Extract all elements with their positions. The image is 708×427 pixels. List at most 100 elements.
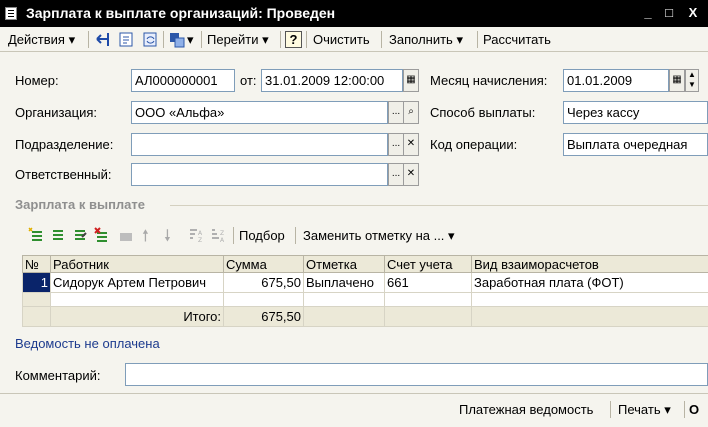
month-label: Месяц начисления: (430, 73, 548, 88)
edit-row-icon[interactable] (72, 227, 88, 243)
end-edit-icon (120, 233, 132, 241)
chevron-down-icon: ▾ (448, 228, 455, 243)
total-label: Итого: (50, 306, 224, 327)
refresh-icon[interactable] (142, 31, 159, 48)
delete-row-icon[interactable] (94, 227, 110, 243)
ok-button[interactable]: О (689, 400, 699, 419)
print-menu[interactable]: Печать ▾ (618, 400, 671, 419)
clear-icon[interactable]: ✕ (403, 163, 419, 186)
clear-button[interactable]: Очистить (313, 30, 370, 49)
toolbar-divider (163, 31, 164, 48)
minimize-button[interactable]: _ (640, 6, 656, 20)
department-label: Подразделение: (15, 137, 114, 152)
clear-icon[interactable]: ✕ (403, 133, 419, 156)
structure-icon[interactable] (169, 31, 186, 48)
total-row: Итого: 675,50 (22, 306, 708, 327)
responsible-field[interactable] (131, 163, 388, 186)
chevron-down-icon: ▾ (664, 402, 671, 417)
calendar-icon[interactable]: ▦ (403, 69, 419, 92)
calendar-icon[interactable]: ▦ (669, 69, 685, 92)
chevron-down-icon: ▾ (68, 32, 76, 47)
chevron-down-icon: ▾ (456, 32, 463, 47)
column-header[interactable]: № (22, 255, 51, 273)
column-header[interactable]: Сумма (223, 255, 304, 273)
table-row[interactable]: 1 Сидорук Артем Петрович 675,50 Выплачен… (22, 272, 708, 293)
comment-field[interactable] (125, 363, 708, 386)
payment-status-link[interactable]: Ведомость не оплачена (15, 336, 160, 351)
fill-menu[interactable]: Заполнить ▾ (389, 30, 463, 49)
replace-mark-label: Заменить отметку на ... (303, 228, 445, 243)
toolbar-divider (295, 227, 296, 244)
replace-mark-menu[interactable]: Заменить отметку на ... ▾ (303, 228, 455, 244)
organization-field[interactable]: ООО «Альфа» (131, 101, 388, 124)
column-header[interactable]: Счет учета (384, 255, 472, 273)
row-number-cell[interactable]: 1 (22, 272, 51, 293)
responsible-select-button[interactable]: ... (388, 163, 404, 186)
column-header[interactable]: Вид взаиморасчетов (471, 255, 708, 273)
search-icon[interactable]: ⌕ (403, 101, 419, 124)
toolbar-divider (201, 31, 202, 48)
toolbar-divider (306, 31, 307, 48)
settlement-type-cell[interactable]: Заработная плата (ФОТ) (471, 272, 708, 293)
title-bar: Зарплата к выплате организаций: Проведен… (0, 0, 708, 27)
column-header[interactable]: Отметка (303, 255, 385, 273)
toolbar-divider (88, 31, 89, 48)
toolbar-divider (684, 401, 685, 418)
main-toolbar: Действия ▾ ▾ Перейти ▾ ? Очистить Заполн… (0, 27, 708, 52)
month-spinner[interactable]: ▲ ▼ (685, 69, 699, 92)
organization-label: Организация: (15, 105, 98, 120)
sum-cell[interactable]: 675,50 (223, 272, 304, 293)
section-title: Зарплата к выплате (15, 197, 146, 212)
toolbar-divider (477, 31, 478, 48)
move-up-icon: 🠕 (142, 228, 149, 245)
column-header[interactable]: Работник (50, 255, 224, 273)
account-cell[interactable]: 661 (384, 272, 472, 293)
goto-label: Перейти (207, 32, 259, 47)
add-row-icon[interactable] (28, 227, 44, 243)
document-view-icon[interactable] (118, 31, 135, 48)
bottom-bar: Платежная ведомость Печать ▾ О (0, 393, 708, 427)
number-field[interactable]: АЛ000000001 (131, 69, 235, 92)
fill-label: Заполнить (389, 32, 453, 47)
employee-cell[interactable]: Сидорук Артем Петрович (50, 272, 224, 293)
document-icon (5, 7, 17, 20)
maximize-button[interactable]: □ (661, 6, 677, 20)
mark-cell[interactable]: Выплачено (303, 272, 385, 293)
date-label: от: (240, 73, 257, 88)
total-sum: 675,50 (223, 306, 304, 327)
department-select-button[interactable]: ... (388, 133, 404, 156)
toolbar-divider (280, 31, 281, 48)
svg-text:Z: Z (220, 230, 224, 237)
toolbar-divider (610, 401, 611, 418)
calculate-button[interactable]: Рассчитать (483, 30, 551, 49)
section-divider (170, 205, 708, 206)
select-button[interactable]: Подбор (239, 228, 285, 243)
date-field[interactable]: 31.01.2009 12:00:00 (261, 69, 403, 92)
payroll-table: № Работник Сумма Отметка Счет учета Вид … (22, 255, 708, 327)
copy-row-icon[interactable] (50, 227, 66, 243)
chevron-down-icon: ▾ (262, 32, 269, 47)
month-field[interactable]: 01.01.2009 (563, 69, 669, 92)
payment-method-field[interactable]: Через кассу (563, 101, 708, 124)
close-button[interactable]: X (685, 6, 701, 20)
comment-label: Комментарий: (15, 368, 101, 383)
actions-label: Действия (8, 32, 65, 47)
payment-sheet-button[interactable]: Платежная ведомость (459, 400, 593, 419)
actions-menu[interactable]: Действия ▾ (8, 30, 75, 49)
department-field[interactable] (131, 133, 388, 156)
print-label: Печать (618, 402, 661, 417)
goto-menu[interactable]: Перейти ▾ (207, 30, 269, 49)
organization-select-button[interactable]: ... (388, 101, 404, 124)
chevron-down-icon[interactable]: ▾ (187, 30, 194, 49)
operation-code-field[interactable]: Выплата очередная (563, 133, 708, 156)
svg-text:A: A (220, 237, 225, 243)
toolbar-divider (381, 31, 382, 48)
sort-desc-icon: ZA (212, 229, 225, 243)
sort-asc-icon: AZ (190, 229, 203, 243)
arrow-left-icon[interactable] (94, 31, 111, 48)
empty-row (22, 292, 708, 307)
table-header: № Работник Сумма Отметка Счет учета Вид … (22, 255, 708, 273)
help-button[interactable]: ? (285, 31, 302, 48)
responsible-label: Ответственный: (15, 167, 112, 182)
svg-text:Z: Z (198, 237, 202, 243)
